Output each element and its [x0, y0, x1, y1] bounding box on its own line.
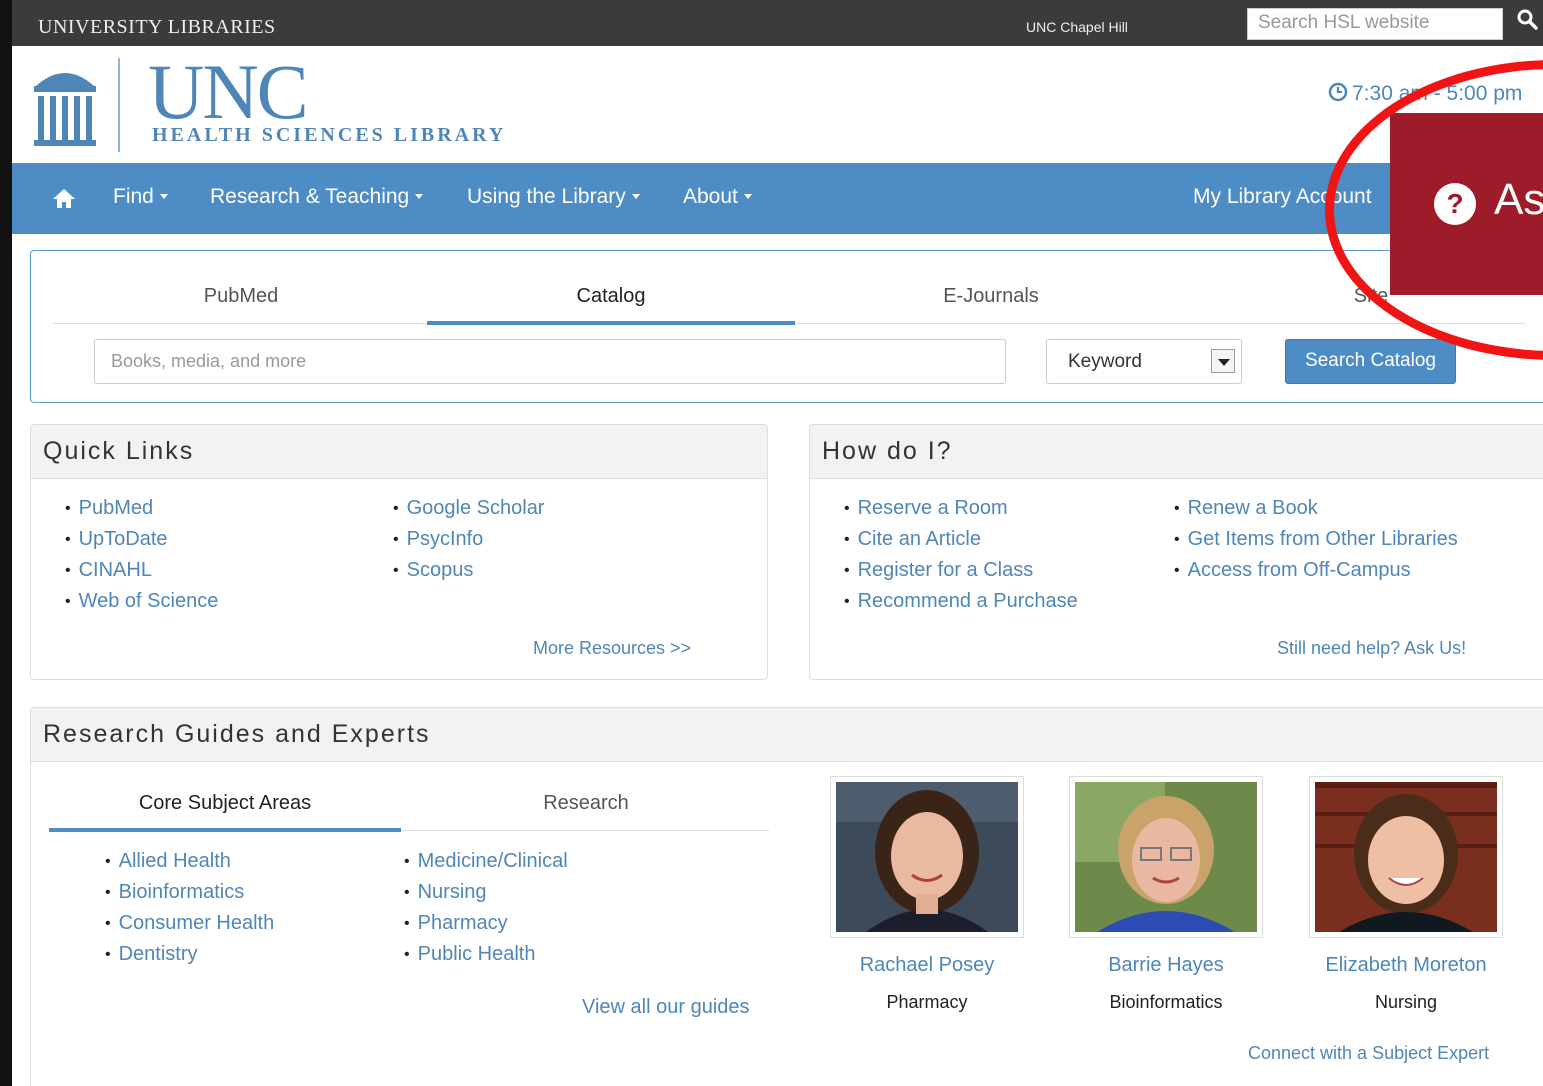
panel-title: Research Guides and Experts — [43, 720, 431, 748]
link-recommend-purchase[interactable]: Recommend a Purchase — [844, 586, 1078, 617]
main-navigation: Find Research & Teaching Using the Libra… — [12, 163, 1543, 234]
link-cinahl[interactable]: CINAHL — [65, 555, 218, 586]
guide-medicine-clinical[interactable]: Medicine/Clinical — [404, 846, 568, 877]
link-register-class[interactable]: Register for a Class — [844, 555, 1078, 586]
catalog-search-input[interactable]: Books, media, and more — [94, 339, 1006, 384]
chevron-down-icon — [415, 194, 424, 199]
tab-research[interactable]: Research — [501, 792, 671, 815]
expert-photo[interactable] — [1069, 776, 1263, 938]
guide-bioinformatics[interactable]: Bioinformatics — [105, 877, 274, 908]
nav-find[interactable]: Find — [113, 185, 168, 209]
library-name[interactable]: HEALTH SCIENCES LIBRARY — [152, 124, 506, 147]
unc-wordmark[interactable]: UNC — [148, 50, 309, 134]
active-tab-indicator — [427, 321, 795, 325]
guide-dentistry[interactable]: Dentistry — [105, 939, 274, 970]
search-type-select[interactable]: Keyword — [1046, 339, 1242, 384]
how-do-i-panel: How do I? Reserve a Room Cite an Article… — [809, 424, 1543, 680]
panel-header: How do I? — [810, 425, 1543, 479]
search-icon[interactable] — [1516, 8, 1538, 30]
link-pubmed[interactable]: PubMed — [65, 493, 218, 524]
chevron-down-icon — [743, 194, 752, 199]
search-type-value: Keyword — [1068, 351, 1142, 372]
still-need-help-link[interactable]: Still need help? Ask Us! — [1277, 638, 1466, 659]
expert-area: Pharmacy — [886, 992, 968, 1012]
link-get-items[interactable]: Get Items from Other Libraries — [1174, 524, 1458, 555]
how-do-i-list-1: Reserve a Room Cite an Article Register … — [844, 493, 1078, 617]
subject-list-1: Allied Health Bioinformatics Consumer He… — [105, 846, 275, 970]
view-all-guides-link[interactable]: View all our guides — [582, 996, 750, 1019]
tab-e-journals[interactable]: E-Journals — [901, 285, 1081, 308]
home-icon[interactable] — [52, 187, 76, 209]
expert-photo[interactable] — [1309, 776, 1503, 938]
link-psycinfo[interactable]: PsycInfo — [393, 524, 544, 555]
unc-chapel-hill-link[interactable]: UNC Chapel Hill — [1026, 19, 1128, 35]
expert-area: Nursing — [1374, 992, 1438, 1012]
nav-research-teaching[interactable]: Research & Teaching — [210, 185, 424, 209]
expert-name-link[interactable]: Rachael Posey — [830, 954, 1024, 977]
search-catalog-button[interactable]: Search Catalog — [1285, 339, 1456, 384]
link-scopus[interactable]: Scopus — [393, 555, 544, 586]
guide-pharmacy[interactable]: Pharmacy — [404, 908, 568, 939]
guide-nursing[interactable]: Nursing — [404, 877, 568, 908]
active-tab-indicator — [49, 828, 401, 832]
research-guides-panel: Research Guides and Experts Core Subject… — [30, 707, 1543, 1086]
university-libraries-link[interactable]: UNIVERSITY LIBRARIES — [38, 16, 276, 39]
tab-core-subject-areas[interactable]: Core Subject Areas — [49, 792, 401, 815]
panel-header: Research Guides and Experts — [31, 708, 1543, 762]
browser-viewport: UNIVERSITY LIBRARIES UNC Chapel Hill Sea… — [0, 0, 1543, 1086]
expert-photo[interactable] — [830, 776, 1024, 938]
dropdown-arrow-icon — [1211, 349, 1235, 373]
link-uptodate[interactable]: UpToDate — [65, 524, 218, 555]
link-web-of-science[interactable]: Web of Science — [65, 586, 219, 617]
chevron-down-icon — [631, 194, 640, 199]
panel-header: Quick Links — [31, 425, 767, 479]
how-do-i-list-2: Renew a Book Get Items from Other Librar… — [1174, 493, 1458, 586]
link-cite-article[interactable]: Cite an Article — [844, 524, 1078, 555]
old-well-logo-icon[interactable] — [30, 56, 100, 148]
logo-divider — [118, 58, 120, 152]
nav-about[interactable]: About — [683, 185, 752, 209]
connect-expert-link[interactable]: Connect with a Subject Expert — [1248, 1043, 1489, 1064]
tab-pubmed[interactable]: PubMed — [151, 285, 331, 308]
link-google-scholar[interactable]: Google Scholar — [393, 493, 545, 524]
guide-consumer-health[interactable]: Consumer Health — [105, 908, 275, 939]
university-bar: UNIVERSITY LIBRARIES UNC Chapel Hill Sea… — [12, 0, 1543, 46]
expert-area: Bioinformatics — [1109, 992, 1223, 1012]
quick-links-list-1: PubMed UpToDate CINAHL Web of Science — [65, 493, 219, 617]
nav-using-library[interactable]: Using the Library — [467, 185, 640, 209]
panel-title: How do I? — [822, 437, 953, 465]
panel-title: Quick Links — [43, 437, 195, 465]
tab-catalog[interactable]: Catalog — [521, 285, 701, 308]
clock-icon — [1328, 82, 1348, 102]
link-reserve-room[interactable]: Reserve a Room — [844, 493, 1078, 524]
quick-links-list-2: Google Scholar PsycInfo Scopus — [393, 493, 545, 586]
expert-name-link[interactable]: Elizabeth Moreton — [1309, 954, 1503, 977]
expert-name-link[interactable]: Barrie Hayes — [1069, 954, 1263, 977]
quick-links-panel: Quick Links PubMed UpToDate CINAHL Web o… — [30, 424, 768, 680]
link-renew-book[interactable]: Renew a Book — [1174, 493, 1458, 524]
guide-public-health[interactable]: Public Health — [404, 939, 568, 970]
site-search-input[interactable]: Search HSL website — [1247, 8, 1503, 40]
search-panel: PubMed Catalog E-Journals Site Books, me… — [30, 250, 1543, 403]
link-off-campus[interactable]: Access from Off-Campus — [1174, 555, 1458, 586]
subject-list-2: Medicine/Clinical Nursing Pharmacy Publi… — [404, 846, 568, 970]
chevron-down-icon — [159, 194, 168, 199]
more-resources-link[interactable]: More Resources >> — [533, 638, 691, 659]
guide-allied-health[interactable]: Allied Health — [105, 846, 274, 877]
